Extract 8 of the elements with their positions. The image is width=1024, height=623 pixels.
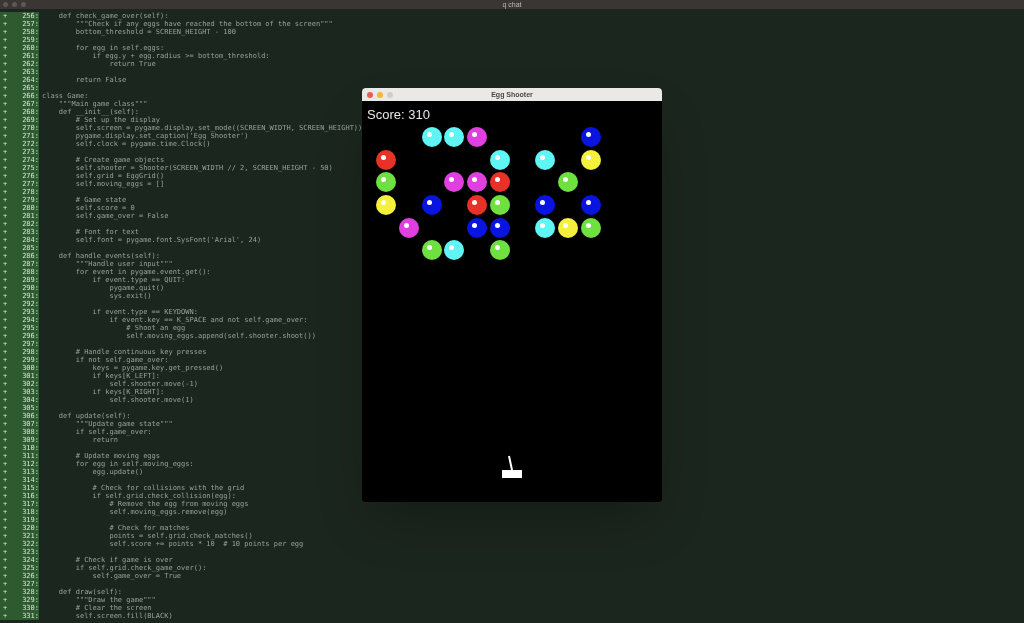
minimize-button[interactable]: [377, 92, 383, 98]
zoom-button[interactable]: [387, 92, 393, 98]
zoom-button[interactable]: [21, 2, 26, 7]
shooter-drawing: [502, 455, 522, 478]
close-button[interactable]: [367, 92, 373, 98]
close-button[interactable]: [3, 2, 8, 7]
score-text: Score: 310: [367, 107, 430, 122]
minimize-button[interactable]: [12, 2, 17, 7]
